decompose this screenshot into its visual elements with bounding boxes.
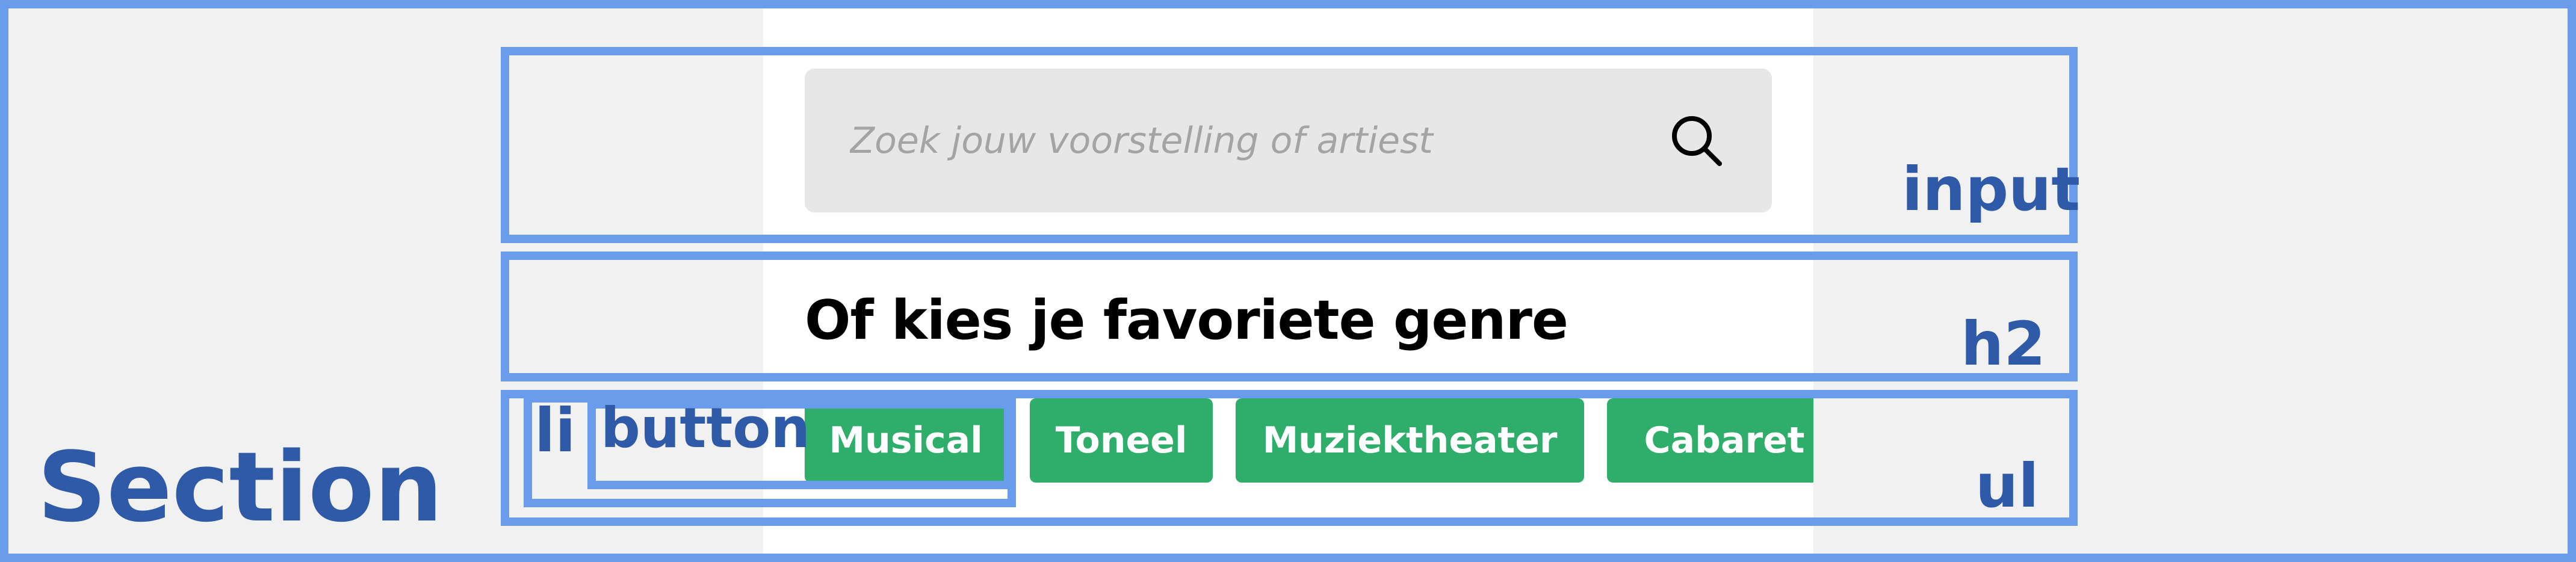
search-input[interactable] [805,69,1652,212]
genre-item-cabaret: Cabaret [1607,398,1813,483]
genre-button-cabaret[interactable]: Cabaret [1607,398,1813,483]
genre-button-musical[interactable]: Musical [805,398,1007,483]
annotation-label-ul: ul [1975,451,2039,521]
genre-list: Musical Toneel Muziektheater Cabaret [805,398,1813,483]
genre-heading: Of kies je favoriete genre [805,289,1568,352]
genre-button-toneel[interactable]: Toneel [1030,398,1213,483]
search-button[interactable] [1652,96,1742,186]
genre-item-musical: Musical [805,398,1007,483]
page: Of kies je favoriete genre Musical Tonee… [0,0,2576,562]
genre-item-toneel: Toneel [1030,398,1213,483]
annotation-label-h2: h2 [1961,309,2046,379]
annotation-label-input: input [1902,154,2081,224]
annotation-label-li: li [534,395,576,466]
search-bar [805,69,1772,212]
search-icon [1672,116,1722,166]
genre-item-muziektheater: Muziektheater [1236,398,1584,483]
annotation-label-section: Section [37,431,443,543]
genre-button-muziektheater[interactable]: Muziektheater [1236,398,1584,483]
